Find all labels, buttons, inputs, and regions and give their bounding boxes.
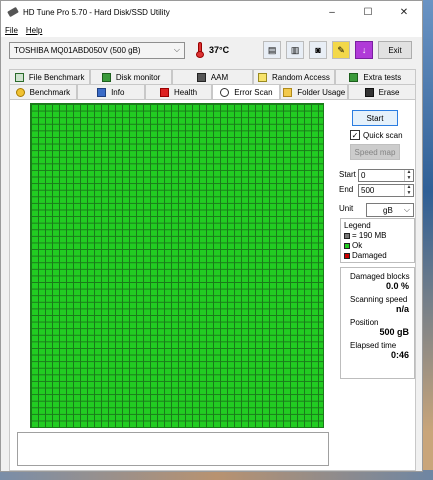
speaker-icon (196, 72, 206, 82)
elapsed-time-value: 0:46 (390, 350, 409, 360)
folder-icon (283, 87, 293, 97)
extra-tests-icon (349, 72, 359, 82)
drive-select[interactable]: TOSHIBA MQ01ABD050V (500 gB) ⌵ (9, 41, 185, 59)
error-scan-panel: Start ✓ Quick scan Speed map Start 0 ▲ ▼ … (9, 99, 416, 471)
tab-benchmark[interactable]: Benchmark (9, 84, 77, 99)
scanning-speed-value: n/a (395, 304, 409, 314)
app-icon (7, 6, 19, 18)
window-title: HD Tune Pro 5.70 - Hard Disk/SSD Utility (23, 7, 170, 17)
tab-row-1: File Benchmark Disk monitor AAM Random A… (9, 69, 417, 84)
tab-random-access[interactable]: Random Access (253, 69, 335, 84)
quick-scan-checkbox[interactable]: ✓ (350, 130, 360, 140)
disk-monitor-icon (101, 72, 111, 82)
tab-folder-usage[interactable]: Folder Usage (280, 84, 349, 99)
scan-stats: Damaged blocks 0.0 % Scanning speed n/a … (340, 267, 415, 379)
block-swatch-icon (344, 233, 350, 239)
damaged-swatch-icon (344, 253, 350, 259)
file-benchmark-icon (14, 72, 24, 82)
title-bar[interactable]: HD Tune Pro 5.70 - Hard Disk/SSD Utility… (1, 1, 422, 23)
copy-info-icon[interactable]: ▤ (263, 41, 282, 59)
end-label: End (339, 185, 354, 194)
spinner-arrows-icon[interactable]: ▲ ▼ (404, 184, 413, 196)
magnifier-icon (220, 87, 230, 97)
random-access-icon (258, 72, 268, 82)
damaged-blocks-label: Damaged blocks (350, 272, 410, 281)
spinner-arrows-icon[interactable]: ▲ ▼ (404, 169, 413, 181)
tab-health[interactable]: Health (144, 84, 213, 99)
toolbar: TOSHIBA MQ01ABD050V (500 gB) ⌵ 37°C ▤ ▥ … (1, 37, 422, 63)
position-label: Position (350, 318, 379, 327)
unit-select[interactable]: gB ⌵ (366, 203, 414, 217)
thermometer-icon (195, 42, 205, 58)
tab-disk-monitor[interactable]: Disk monitor (90, 69, 172, 84)
tab-aam[interactable]: AAM (171, 69, 254, 84)
tab-extra-tests[interactable]: Extra tests (334, 69, 417, 84)
tab-error-scan[interactable]: Error Scan (212, 84, 281, 99)
start-input[interactable]: 0 ▲ ▼ (358, 169, 414, 182)
health-cross-icon (160, 87, 169, 97)
tab-file-benchmark[interactable]: File Benchmark (9, 69, 91, 84)
tab-bar: File Benchmark Disk monitor AAM Random A… (9, 69, 417, 99)
start-label: Start (339, 170, 356, 179)
screenshot-icon[interactable]: ◙ (309, 41, 328, 59)
options-icon[interactable]: ✎ (332, 41, 351, 59)
tab-info[interactable]: Info (76, 84, 145, 99)
legend-damaged: Damaged (344, 251, 411, 261)
legend: Legend = 190 MB Ok Damaged (340, 218, 415, 263)
tab-row-2: Benchmark Info Health Error Scan Folder … (9, 84, 416, 99)
drive-select-value: TOSHIBA MQ01ABD050V (500 gB) (14, 45, 141, 55)
scan-log[interactable] (17, 432, 329, 466)
benchmark-icon (15, 87, 25, 97)
info-icon (97, 87, 107, 97)
trash-icon (364, 87, 374, 97)
quick-scan-label: Quick scan (363, 130, 403, 140)
save-icon[interactable]: ↓ (355, 41, 374, 59)
legend-ok: Ok (344, 241, 411, 251)
app-window: HD Tune Pro 5.70 - Hard Disk/SSD Utility… (0, 0, 423, 472)
scanning-speed-label: Scanning speed (350, 295, 408, 304)
unit-label: Unit (339, 204, 354, 213)
maximize-button[interactable]: ☐ (350, 1, 386, 23)
exit-button[interactable]: Exit (378, 41, 412, 59)
end-input[interactable]: 500 ▲ ▼ (358, 184, 414, 197)
menu-help[interactable]: Help (26, 26, 42, 35)
speed-map-button[interactable]: Speed map (350, 144, 400, 160)
elapsed-time-label: Elapsed time (350, 341, 397, 350)
start-scan-button[interactable]: Start (352, 110, 398, 126)
temperature-readout: 37°C (209, 45, 230, 55)
scan-block-map (30, 103, 324, 428)
legend-block-size: = 190 MB (344, 231, 411, 241)
ok-swatch-icon (344, 243, 350, 249)
menu-file[interactable]: File (5, 26, 18, 35)
legend-title: Legend (344, 221, 371, 230)
tab-erase[interactable]: Erase (348, 84, 416, 99)
chevron-down-icon: ⌵ (173, 44, 180, 54)
position-value: 500 gB (379, 327, 409, 337)
copy-screen-icon[interactable]: ▥ (286, 41, 305, 59)
chevron-down-icon: ⌵ (403, 205, 410, 214)
close-button[interactable]: ✕ (386, 1, 422, 23)
menu-bar: File Help (1, 23, 422, 37)
quick-scan-toggle[interactable]: ✓ Quick scan (350, 130, 403, 140)
damaged-blocks-value: 0.0 % (385, 281, 409, 291)
minimize-button[interactable]: – (314, 1, 350, 23)
